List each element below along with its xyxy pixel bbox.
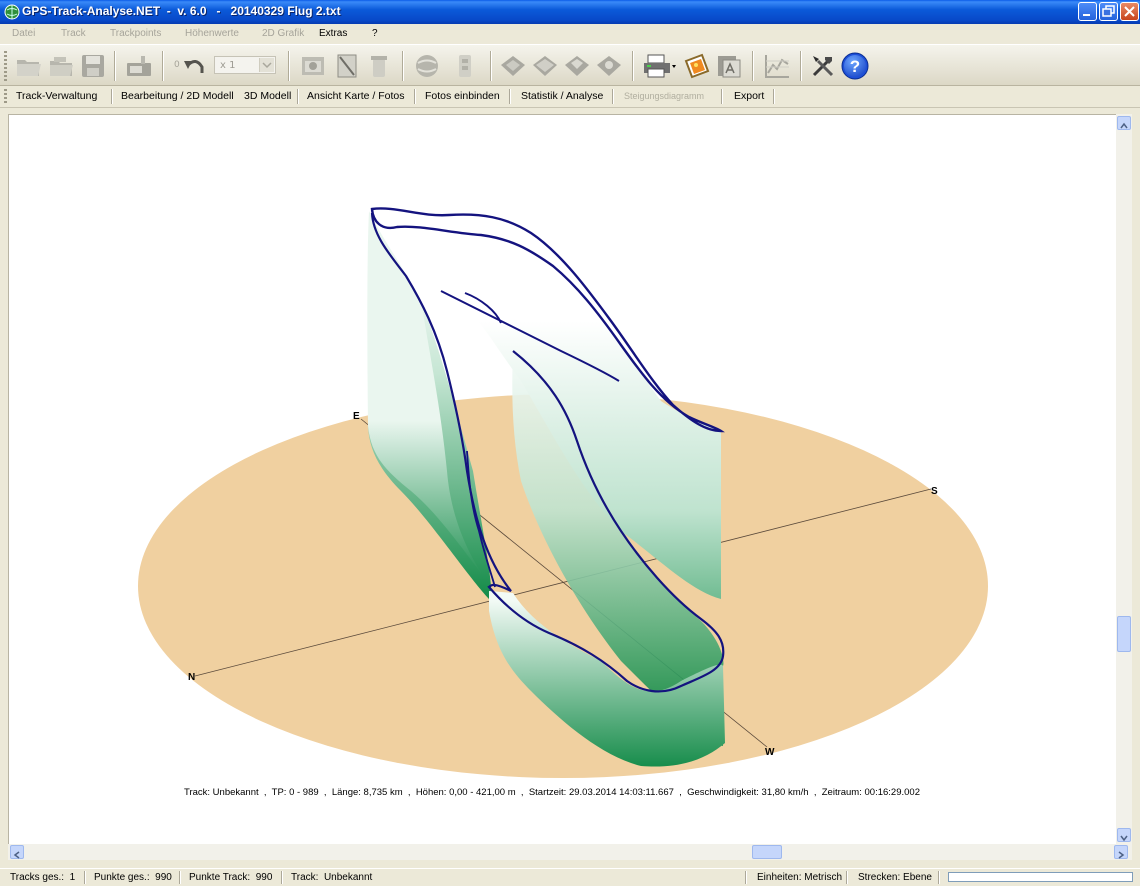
vertical-scroll-thumb[interactable] [1117,616,1131,652]
tab-separator [414,89,416,104]
minimize-button[interactable] [1078,2,1097,21]
zoom-value: x 1 [220,60,236,71]
compass-s: S [931,486,938,497]
status-track-name: Track: Unbekannt [291,872,373,883]
toolbar-separator [800,51,802,81]
toolbar-separator [490,51,492,81]
scroll-right-button[interactable] [1114,845,1128,859]
undo-icon[interactable] [182,51,206,81]
svg-text:?: ? [850,57,860,76]
toolbar: 0 ? [0,44,1140,86]
window-title: GPS-Track-Analyse.NET - v. 6.0 - 2014032… [22,4,341,18]
progress-bar [948,872,1133,882]
tools-icon[interactable] [808,51,838,81]
toolbar-separator [288,51,290,81]
menu-extras[interactable]: Extras [319,28,347,39]
status-segments: Strecken: Ebene [858,872,932,883]
tab-statistik[interactable]: Statistik / Analyse [521,90,603,102]
3d-scene[interactable]: E S N W [9,115,1115,843]
maximize-button[interactable] [1099,2,1118,21]
tab-separator [612,89,614,104]
view-window-icon[interactable] [298,51,328,81]
printer-icon[interactable] [642,51,678,81]
title-bar: GPS-Track-Analyse.NET - v. 6.0 - 2014032… [0,0,1140,24]
compass-e: E [353,411,360,422]
save-icon[interactable] [78,51,108,81]
menu-help[interactable]: ? [372,28,378,39]
app-globe-icon [4,4,20,20]
undo-count: 0 [174,60,180,70]
tab-separator [509,89,511,104]
track-info-line: Track: Unbekannt , TP: 0 - 989 , Länge: … [184,787,920,798]
gps-device-icon[interactable] [124,51,154,81]
ruler-icon[interactable] [332,51,362,81]
toolbar-separator [752,51,754,81]
menu-datei[interactable]: Datei [12,28,35,39]
map-4-icon[interactable] [594,51,624,81]
tab-separator [721,89,723,104]
open-folder-icon[interactable] [14,51,44,81]
status-separator [84,871,86,884]
map-1-icon[interactable] [498,51,528,81]
tab-3d-modell[interactable]: 3D Modell [244,90,291,102]
compass-w: W [765,747,775,758]
toolbar-separator [632,51,634,81]
menu-bar: Datei Track Trackpoints Höhenwerte 2D Gr… [0,24,1140,44]
toolbar-grip[interactable] [4,51,7,81]
tabbar-grip[interactable] [4,89,7,104]
status-tracks-total: Tracks ges.: 1 [10,872,76,883]
menu-hoehenwerte[interactable]: Höhenwerte [185,28,239,39]
export-image-icon[interactable] [714,51,744,81]
horizontal-scrollbar[interactable] [8,844,1132,860]
tab-bar: Track-Verwaltung Bearbeitung / 2D Modell… [0,86,1140,108]
chevron-down-icon[interactable] [259,58,274,72]
toolbar-separator [402,51,404,81]
vertical-scrollbar[interactable] [1116,114,1132,844]
status-separator [281,871,283,884]
tab-separator [111,89,113,104]
tab-export[interactable]: Export [734,90,764,102]
status-points-track: Punkte Track: 990 [189,872,273,883]
open-multi-icon[interactable] [46,51,76,81]
status-points-total: Punkte ges.: 990 [94,872,172,883]
menu-trackpoints[interactable]: Trackpoints [110,28,161,39]
close-button[interactable] [1120,2,1139,21]
3d-view[interactable]: E S N W [8,114,1116,844]
toolbar-separator [114,51,116,81]
menu-2d-grafik[interactable]: 2D Grafik [262,28,304,39]
map-2-icon[interactable] [530,51,560,81]
status-separator [846,871,848,884]
tab-separator [773,89,775,104]
scroll-up-button[interactable] [1117,116,1131,130]
status-separator [745,871,747,884]
scroll-left-button[interactable] [10,845,24,859]
tab-separator [297,89,299,104]
tab-fotos-einbinden[interactable]: Fotos einbinden [425,90,500,102]
zoom-select[interactable]: x 1 [214,56,276,74]
chart-icon[interactable] [762,51,792,81]
horizontal-scroll-thumb[interactable] [752,845,782,859]
status-units: Einheiten: Metrisch [757,872,843,883]
status-separator [179,871,181,884]
map-3-icon[interactable] [562,51,592,81]
scroll-down-button[interactable] [1117,828,1131,842]
globe-icon[interactable] [412,51,442,81]
status-separator [938,871,940,884]
trash-icon[interactable] [364,51,394,81]
toolbar-separator [162,51,164,81]
tab-karte-fotos[interactable]: Ansicht Karte / Fotos [307,90,404,102]
compass-n: N [188,672,195,683]
help-icon[interactable]: ? [840,51,870,81]
tab-track-verwaltung[interactable]: Track-Verwaltung [16,90,97,102]
tab-steigungsdiagramm[interactable]: Steigungsdiagramm [624,91,704,101]
layers-icon[interactable] [450,51,480,81]
menu-track[interactable]: Track [61,28,86,39]
tab-bearbeitung-2d[interactable]: Bearbeitung / 2D Modell [121,90,234,102]
picture-icon[interactable] [682,51,712,81]
